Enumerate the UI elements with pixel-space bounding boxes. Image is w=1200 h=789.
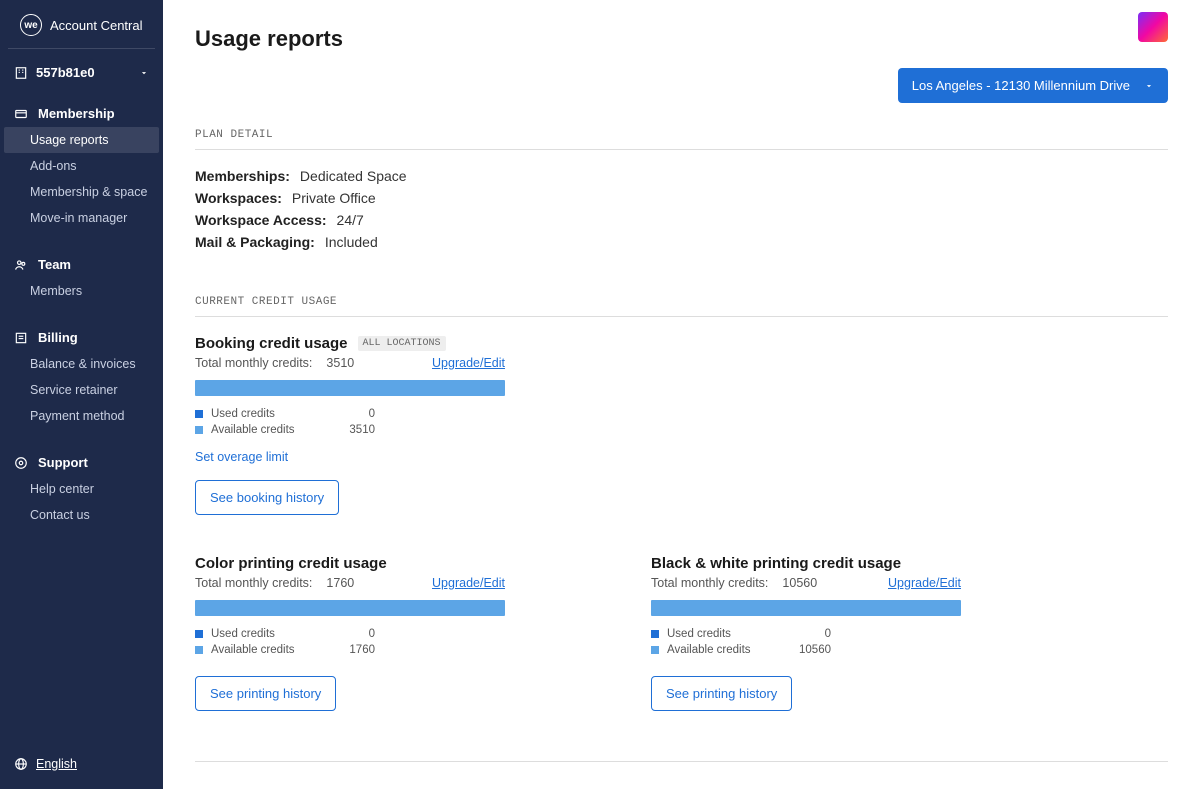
corner-badge-icon[interactable] — [1138, 12, 1168, 42]
sidebar-item-addons[interactable]: Add-ons — [0, 153, 163, 179]
see-printing-history-button[interactable]: See printing history — [651, 676, 792, 711]
credit-block-bw-printing: Black & white printing credit usage Tota… — [651, 555, 961, 711]
page-title: Usage reports — [195, 26, 343, 52]
detail-value: Dedicated Space — [300, 168, 407, 184]
total-credits-value: 10560 — [782, 576, 817, 590]
legend-used-label: Used credits — [211, 408, 275, 420]
legend-avail-label: Available credits — [211, 424, 295, 436]
account-id: 557b81e0 — [36, 65, 95, 80]
sidebar-item-balance-invoices[interactable]: Balance & invoices — [0, 351, 163, 377]
detail-key: Memberships: — [195, 168, 290, 184]
detail-value: Included — [325, 234, 378, 250]
support-icon — [14, 456, 28, 470]
credit-title-bw: Black & white printing credit usage — [651, 555, 901, 572]
upgrade-edit-link[interactable]: Upgrade/Edit — [888, 576, 961, 590]
account-picker[interactable]: 557b81e0 — [0, 65, 163, 100]
total-credits-label: Total monthly credits: — [651, 576, 768, 590]
brand-logo-icon: we — [20, 14, 42, 36]
sidebar-item-movein-manager[interactable]: Move-in manager — [0, 205, 163, 231]
language-selector[interactable]: English — [14, 757, 77, 771]
legend-avail-value: 10560 — [799, 644, 831, 656]
legend-swatch-available — [195, 646, 203, 654]
sidebar-item-contact-us[interactable]: Contact us — [0, 502, 163, 528]
nav-heading-billing[interactable]: Billing — [0, 324, 163, 351]
globe-icon — [14, 757, 28, 771]
set-overage-limit-link[interactable]: Set overage limit — [195, 450, 505, 464]
legend-used-label: Used credits — [667, 628, 731, 640]
chevron-down-icon — [1144, 81, 1154, 91]
legend-swatch-available — [195, 426, 203, 434]
detail-key: Workspaces: — [195, 190, 282, 206]
billing-icon — [14, 331, 28, 345]
main-content: Usage reports Los Angeles - 12130 Millen… — [163, 0, 1200, 789]
location-label: Los Angeles - 12130 Millennium Drive — [912, 78, 1130, 93]
nav-heading-team[interactable]: Team — [0, 251, 163, 278]
legend-swatch-available — [651, 646, 659, 654]
sidebar-item-help-center[interactable]: Help center — [0, 476, 163, 502]
legend-swatch-used — [651, 630, 659, 638]
brand: we Account Central — [8, 14, 155, 49]
chevron-down-icon — [139, 68, 149, 78]
team-icon — [14, 258, 28, 272]
sidebar-item-usage-reports[interactable]: Usage reports — [4, 127, 159, 153]
see-booking-history-button[interactable]: See booking history — [195, 480, 339, 515]
detail-value: 24/7 — [337, 212, 364, 228]
sidebar-item-payment-method[interactable]: Payment method — [0, 403, 163, 429]
credit-block-booking: Booking credit usage ALL LOCATIONS Total… — [195, 335, 505, 515]
legend-avail-value: 3510 — [349, 424, 375, 436]
nav-group-billing: Billing Balance & invoices Service retai… — [0, 324, 163, 429]
building-icon — [14, 66, 28, 80]
legend-used-value: 0 — [369, 408, 375, 420]
nav-group-support: Support Help center Contact us — [0, 449, 163, 528]
upgrade-edit-link[interactable]: Upgrade/Edit — [432, 356, 505, 370]
sidebar: we Account Central 557b81e0 Membership U… — [0, 0, 163, 789]
legend-used-value: 0 — [369, 628, 375, 640]
total-credits-label: Total monthly credits: — [195, 576, 312, 590]
section-label-credit-usage: CURRENT CREDIT USAGE — [195, 296, 1168, 317]
detail-key: Workspace Access: — [195, 212, 327, 228]
legend-swatch-used — [195, 410, 203, 418]
nav-heading-support[interactable]: Support — [0, 449, 163, 476]
legend-used-value: 0 — [825, 628, 831, 640]
card-icon — [14, 107, 28, 121]
total-credits-label: Total monthly credits: — [195, 356, 312, 370]
legend-avail-label: Available credits — [211, 644, 295, 656]
detail-key: Mail & Packaging: — [195, 234, 315, 250]
total-credits-value: 1760 — [326, 576, 354, 590]
nav-group-membership: Membership Usage reports Add-ons Members… — [0, 100, 163, 231]
legend-avail-value: 1760 — [349, 644, 375, 656]
nav-heading-membership[interactable]: Membership — [0, 100, 163, 127]
brand-title: Account Central — [50, 18, 143, 33]
sidebar-item-service-retainer[interactable]: Service retainer — [0, 377, 163, 403]
usage-bar-booking — [195, 380, 505, 396]
legend-avail-label: Available credits — [667, 644, 751, 656]
detail-value: Private Office — [292, 190, 376, 206]
nav-group-team: Team Members — [0, 251, 163, 304]
divider — [195, 761, 1168, 762]
section-label-plan-detail: PLAN DETAIL — [195, 129, 1168, 150]
total-credits-value: 3510 — [326, 356, 354, 370]
upgrade-edit-link[interactable]: Upgrade/Edit — [432, 576, 505, 590]
credit-title-color: Color printing credit usage — [195, 555, 387, 572]
location-select[interactable]: Los Angeles - 12130 Millennium Drive — [898, 68, 1168, 103]
see-printing-history-button[interactable]: See printing history — [195, 676, 336, 711]
credit-block-color-printing: Color printing credit usage Total monthl… — [195, 555, 505, 711]
sidebar-item-members[interactable]: Members — [0, 278, 163, 304]
usage-bar-bw — [651, 600, 961, 616]
legend-swatch-used — [195, 630, 203, 638]
usage-bar-color — [195, 600, 505, 616]
sidebar-item-membership-space[interactable]: Membership & space — [0, 179, 163, 205]
badge-all-locations: ALL LOCATIONS — [358, 336, 446, 351]
credit-title-booking: Booking credit usage — [195, 335, 348, 352]
legend-used-label: Used credits — [211, 628, 275, 640]
